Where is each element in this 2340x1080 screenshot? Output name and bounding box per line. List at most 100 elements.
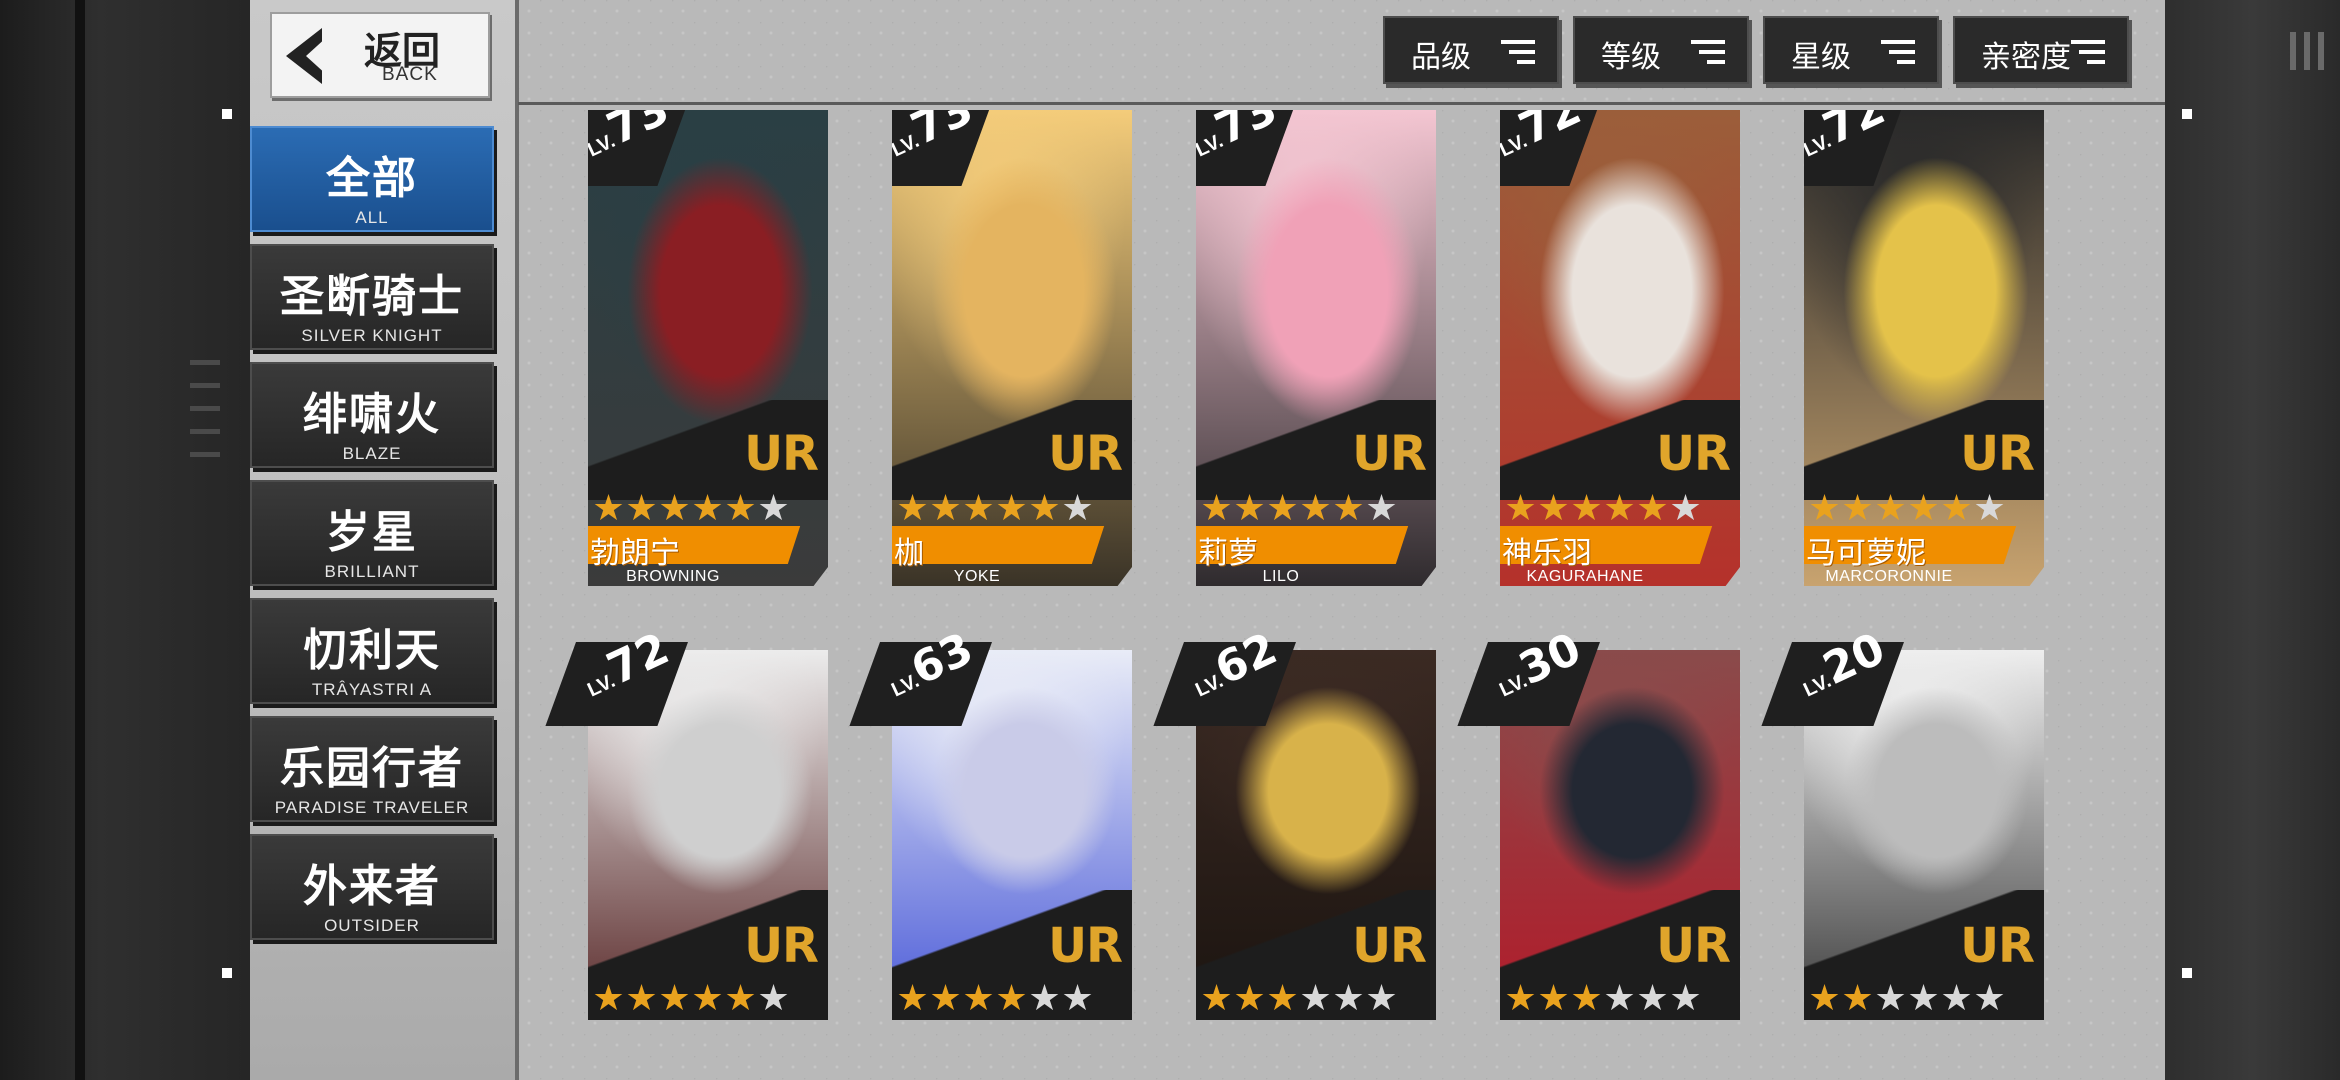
- rarity-label: UR: [1656, 426, 1731, 482]
- star-icon: ★: [1504, 487, 1537, 528]
- star-icon: ★: [658, 487, 691, 528]
- sort-label: 星级: [1791, 40, 1851, 75]
- star-icon: ★: [1061, 977, 1094, 1018]
- star-icon: ★: [1603, 487, 1636, 528]
- character-card[interactable]: UR ★ ★ ★ ★ ★ ★ 马可萝妮 MARCORONNIE LV.72: [1804, 110, 2044, 586]
- category-label-en: SILVER KNIGHT: [301, 326, 443, 345]
- sort-button[interactable]: 品级: [1383, 16, 1559, 84]
- star-icon: ★: [592, 487, 625, 528]
- category-label: 绯啸火: [303, 389, 441, 440]
- sort-button[interactable]: 等级: [1573, 16, 1749, 84]
- character-card[interactable]: UR ★ ★ ★ ★ ★ ★ 勃朗宁 BROWNING LV.73: [588, 110, 828, 586]
- star-icon: ★: [1874, 487, 1907, 528]
- star-icon: ★: [1299, 977, 1332, 1018]
- back-button[interactable]: 返回 BACK: [270, 12, 490, 98]
- rarity-label: UR: [1656, 918, 1731, 974]
- category-tab-silver-knight[interactable]: 圣断骑士 SILVER KNIGHT: [250, 244, 494, 350]
- left-tick-marks: [190, 360, 220, 475]
- category-tab-brilliant[interactable]: 岁星 BRILLIANT: [250, 480, 494, 586]
- rarity-label: UR: [1352, 426, 1427, 482]
- character-name: 神乐羽: [1502, 536, 1592, 571]
- star-icon: ★: [1603, 977, 1636, 1018]
- sort-label: 等级: [1601, 40, 1661, 75]
- star-icon: ★: [1973, 487, 2006, 528]
- star-icon: ★: [1841, 977, 1874, 1018]
- character-card[interactable]: UR ★ ★ ★ ★ ★ ★ LV.63: [849, 623, 1132, 1020]
- category-tab-blaze[interactable]: 绯啸火 BLAZE: [250, 362, 494, 468]
- character-card[interactable]: UR ★ ★ ★ ★ ★ ★ 枷 YOKE LV.73: [892, 110, 1132, 586]
- corner-marker: [2182, 968, 2192, 978]
- star-icon: ★: [995, 977, 1028, 1018]
- star-icon: ★: [962, 487, 995, 528]
- character-card[interactable]: UR ★ ★ ★ ★ ★ ★ 神乐羽 KAGURAHANE LV.72: [1500, 110, 1740, 586]
- character-name-en: LILO: [1262, 568, 1300, 585]
- back-arrow-icon-inner: [306, 36, 328, 76]
- category-label: 外来者: [303, 861, 441, 912]
- category-label: 忉利天: [303, 625, 441, 676]
- star-icon: ★: [1365, 977, 1398, 1018]
- star-rating: ★ ★ ★ ★ ★ ★: [1200, 980, 1398, 1016]
- character-name-en: KAGURAHANE: [1526, 568, 1644, 585]
- star-icon: ★: [995, 487, 1028, 528]
- character-name-en: YOKE: [953, 568, 1001, 585]
- star-icon: ★: [1808, 977, 1841, 1018]
- rarity-label: UR: [1048, 918, 1123, 974]
- star-icon: ★: [1266, 487, 1299, 528]
- star-icon: ★: [757, 487, 790, 528]
- star-icon: ★: [592, 977, 625, 1018]
- star-icon: ★: [1940, 977, 1973, 1018]
- category-tab-paradise-traveler[interactable]: 乐园行者 PARADISE TRAVELER: [250, 716, 494, 822]
- menu-handle-icon[interactable]: [2290, 32, 2338, 80]
- star-icon: ★: [1570, 487, 1603, 528]
- category-label-en: PARADISE TRAVELER: [274, 798, 470, 817]
- category-tab-outsider[interactable]: 外来者 OUTSIDER: [250, 834, 494, 940]
- star-icon: ★: [1332, 487, 1365, 528]
- star-icon: ★: [1570, 977, 1603, 1018]
- star-icon: ★: [929, 977, 962, 1018]
- star-icon: ★: [1636, 487, 1669, 528]
- category-label: 岁星: [326, 507, 418, 558]
- corner-marker: [2182, 109, 2192, 119]
- star-icon: ★: [625, 487, 658, 528]
- sort-button[interactable]: 星级: [1763, 16, 1939, 84]
- star-rating: ★ ★ ★ ★ ★ ★: [1808, 490, 2006, 526]
- sort-button[interactable]: 亲密度: [1953, 16, 2129, 84]
- star-icon: ★: [757, 977, 790, 1018]
- back-label-en: BACK: [382, 64, 438, 85]
- star-icon: ★: [1332, 977, 1365, 1018]
- star-icon: ★: [1537, 977, 1570, 1018]
- star-rating: ★ ★ ★ ★ ★ ★: [1808, 980, 2006, 1016]
- star-icon: ★: [896, 977, 929, 1018]
- star-icon: ★: [658, 977, 691, 1018]
- sort-icon: [1881, 40, 1915, 70]
- panel-edge: [515, 0, 519, 1080]
- character-card[interactable]: UR ★ ★ ★ ★ ★ ★ LV.20: [1761, 623, 2044, 1020]
- star-icon: ★: [1504, 977, 1537, 1018]
- character-card[interactable]: UR ★ ★ ★ ★ ★ ★ LV.30: [1457, 623, 1740, 1020]
- character-card[interactable]: UR ★ ★ ★ ★ ★ ★ LV.62: [1153, 623, 1436, 1020]
- character-card[interactable]: UR ★ ★ ★ ★ ★ ★ LV.72: [545, 623, 828, 1020]
- star-rating: ★ ★ ★ ★ ★ ★: [1504, 980, 1702, 1016]
- rarity-label: UR: [1960, 426, 2035, 482]
- corner-marker: [222, 968, 232, 978]
- star-icon: ★: [1808, 487, 1841, 528]
- star-rating: ★ ★ ★ ★ ★ ★: [592, 490, 790, 526]
- rarity-label: UR: [1960, 918, 2035, 974]
- category-label: 乐园行者: [280, 743, 464, 794]
- category-tab-all[interactable]: 全部 ALL: [250, 126, 494, 232]
- star-rating: ★ ★ ★ ★ ★ ★: [1200, 490, 1398, 526]
- character-name: 马可萝妮: [1806, 536, 1926, 571]
- character-card[interactable]: UR ★ ★ ★ ★ ★ ★ 莉萝 LILO LV.73: [1196, 110, 1436, 586]
- corner-marker: [222, 109, 232, 119]
- category-tab-tr-yastri-a[interactable]: 忉利天 TRÂYASTRI A: [250, 598, 494, 704]
- star-icon: ★: [1200, 487, 1233, 528]
- star-icon: ★: [724, 487, 757, 528]
- star-icon: ★: [1537, 487, 1570, 528]
- star-icon: ★: [1028, 977, 1061, 1018]
- star-icon: ★: [1940, 487, 1973, 528]
- star-icon: ★: [896, 487, 929, 528]
- sort-label: 品级: [1411, 40, 1471, 75]
- right-border-decoration: [2165, 0, 2340, 1080]
- character-name-en: MARCORONNIE: [1825, 568, 1953, 585]
- star-icon: ★: [724, 977, 757, 1018]
